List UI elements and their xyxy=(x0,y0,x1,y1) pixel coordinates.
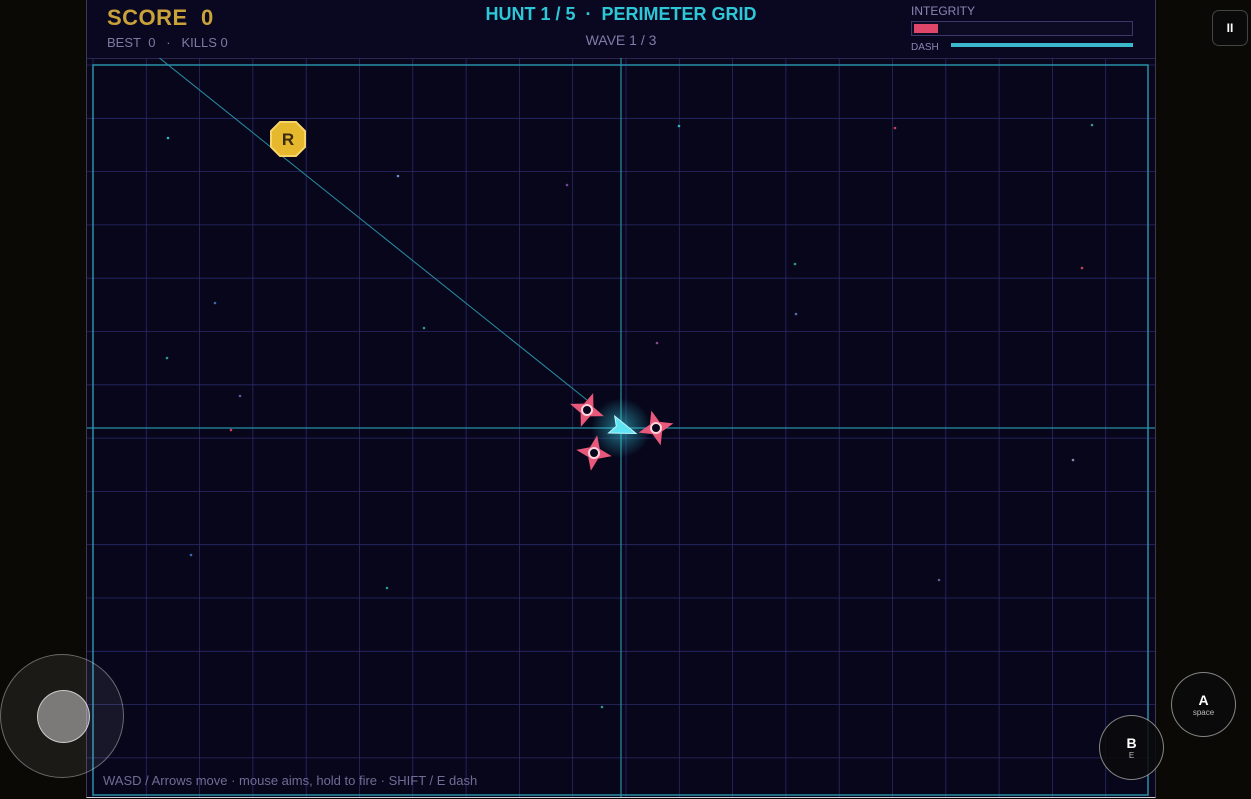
star-dot xyxy=(165,356,169,360)
title-separator: · xyxy=(585,4,592,24)
star-dot xyxy=(793,262,797,266)
star-dot xyxy=(422,326,426,330)
star-dot xyxy=(229,428,233,432)
star-dot xyxy=(213,301,217,305)
star-dot xyxy=(189,553,193,557)
action-button-a[interactable]: A space xyxy=(1171,672,1236,737)
integrity-label: INTEGRITY xyxy=(911,4,976,18)
pickup-letter: R xyxy=(282,130,294,149)
aim-line xyxy=(158,58,588,401)
star-dot xyxy=(396,174,400,178)
integrity-bar xyxy=(911,21,1133,36)
star-dot xyxy=(655,341,659,345)
star-dot xyxy=(166,136,170,140)
controls-help: WASD / Arrows move · mouse aims, hold to… xyxy=(103,773,478,788)
star-dot xyxy=(1090,123,1094,127)
star-dot xyxy=(677,124,681,128)
star-dot xyxy=(937,578,941,582)
star-dot xyxy=(600,705,604,709)
a-button-label: A xyxy=(1198,692,1209,708)
action-button-b[interactable]: B E xyxy=(1099,715,1164,780)
dash-bar xyxy=(951,43,1133,47)
hud-bar: SCORE 0 BEST 0 · KILLS 0 HUNT 1 / 5 · PE… xyxy=(87,0,1155,59)
hunt-counter: HUNT 1 / 5 xyxy=(485,4,576,24)
a-button-sublabel: space xyxy=(1192,708,1215,717)
star-dot xyxy=(893,126,897,130)
virtual-joystick[interactable] xyxy=(0,654,124,778)
b-button-sublabel: E xyxy=(1128,751,1135,760)
game-viewport[interactable]: SCORE 0 BEST 0 · KILLS 0 HUNT 1 / 5 · PE… xyxy=(86,0,1156,798)
pause-icon: II xyxy=(1226,21,1234,35)
level-name: PERIMETER GRID xyxy=(601,4,757,24)
star-dot xyxy=(565,183,569,187)
dash-fill xyxy=(951,43,1133,47)
star-dot xyxy=(1071,458,1075,462)
b-button-label: B xyxy=(1126,735,1137,751)
integrity-fill xyxy=(914,24,938,33)
star-dot xyxy=(238,394,242,398)
pickup-r[interactable]: R xyxy=(270,121,306,157)
dash-label: DASH xyxy=(911,42,939,53)
arena[interactable]: R xyxy=(87,58,1155,797)
pause-button[interactable]: II xyxy=(1212,10,1248,46)
star-dot xyxy=(794,312,798,316)
star-dot xyxy=(1080,266,1084,270)
joystick-knob[interactable] xyxy=(37,690,90,743)
star-dot xyxy=(385,586,389,590)
